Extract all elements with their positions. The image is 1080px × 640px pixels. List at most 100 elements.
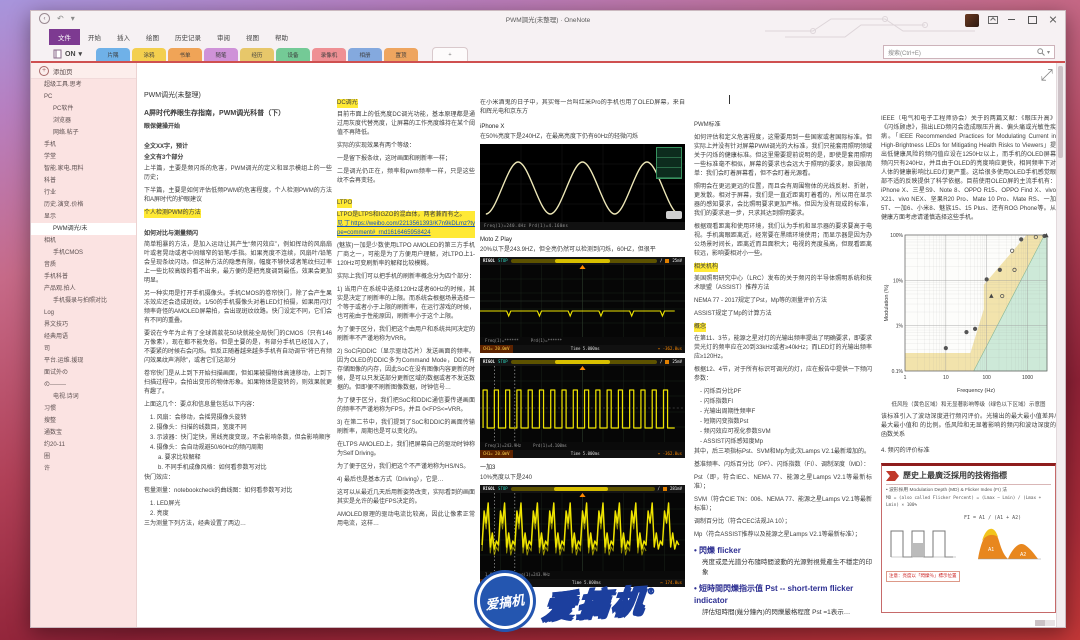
sidebar-page-item[interactable]: 相机 <box>31 235 136 247</box>
image-label: iPhone X <box>480 124 505 130</box>
sidebar-page-item[interactable]: PWM调光/未 <box>31 223 136 235</box>
image-label: 一加3 <box>480 465 496 471</box>
sidebar-page-item[interactable]: の-------- <box>31 379 136 391</box>
text-block: 4. 频闪的评价标准 <box>881 448 930 455</box>
notebook-section-tab[interactable]: 书单 <box>168 48 203 61</box>
ribbon-tab[interactable]: 视图 <box>238 29 267 45</box>
oscilloscope-screenshot-iphone: Freq(1)=240.4Hz Prd(1)=4.160ms <box>480 144 685 230</box>
text-block: 4. 摄像头：会自动规避50/60Hz的频闪周期 <box>150 445 264 451</box>
page-canvas[interactable]: ⤢ PWM调光(未整理) A屏时代养眼生存指南，PWM调光科普（下） 眼保健操开始全… <box>137 63 1065 627</box>
text-block: 为了便于区分，我们把这个不严谨地称为HS/NS。 <box>337 464 470 470</box>
image-caption: 20%以下是243.9HZ，但全亮仍然可以检测到闪烁，60HZ，但很平 <box>480 247 656 253</box>
notebook-section-tab[interactable]: 涂鸦 <box>132 48 167 61</box>
maximize-button[interactable] <box>1024 13 1040 26</box>
sidebar-page-item[interactable]: 司 <box>31 343 136 355</box>
notebook-section-tab[interactable]: 相册 <box>348 48 383 61</box>
ribbon-tab[interactable]: 开始 <box>80 29 109 45</box>
sidebar-page-item[interactable]: PC <box>31 91 136 103</box>
sidebar-page-item[interactable]: 界文技巧 <box>31 319 136 331</box>
sidebar-page-item[interactable]: 面试外の <box>31 367 136 379</box>
chevron-down-icon: ▾ <box>78 51 83 58</box>
sidebar-page-item[interactable]: 电视.诗词 <box>31 391 136 403</box>
text-block: 根据观看距离和使用环境，我们认为手机和显示器的要求要高于电视。手机离眼距离近，经… <box>694 224 872 257</box>
sidebar-page-item[interactable]: 行业 <box>31 187 136 199</box>
text-block: 相关机构 <box>694 263 719 272</box>
sidebar-page-item[interactable]: 搜整 <box>31 415 136 427</box>
text-block: 实际上我们可以把手机的刷新率概念分为四个部分： <box>337 274 475 280</box>
sidebar-page-item[interactable]: 平台.运维.援现 <box>31 355 136 367</box>
sidebar-page-item[interactable]: 手机科普 <box>31 271 136 283</box>
scrollbar-thumb[interactable] <box>1058 66 1063 158</box>
plus-icon: + <box>39 65 49 76</box>
expand-page-icon[interactable]: ⤢ <box>1040 67 1053 85</box>
sidebar-page-item[interactable]: 经典用语 <box>31 331 136 343</box>
scrollbar-thumb[interactable] <box>1035 620 1045 626</box>
red-arrow-icon <box>886 471 899 482</box>
ribbon-tab[interactable]: 历史记录 <box>167 29 209 45</box>
text-block: 二是调光仍正在，频率和pwm频率一样，只是这些纹不会再变轻。 <box>337 169 475 184</box>
search-scope-chevron-icon[interactable]: ▾ <box>1047 49 1050 56</box>
notebook-switcher[interactable]: ON ▾ <box>53 49 82 61</box>
vertical-scrollbar[interactable] <box>1056 63 1065 627</box>
image-caption: 10%亮度以下是240 <box>480 475 533 481</box>
sidebar-page-item[interactable]: 浏览器 <box>31 115 136 127</box>
sidebar-page-item[interactable]: 超级工具.思考 <box>31 79 136 91</box>
sidebar-page-item[interactable]: 手机CMOS <box>31 247 136 259</box>
notebook-section-tab[interactable]: 片隅 <box>96 48 131 61</box>
text-block: 1. 风扇：会移动，会摇晃摄像头旋转 <box>150 415 247 421</box>
text-block: 眼保健操开始 <box>144 124 181 130</box>
close-button[interactable] <box>1045 13 1061 26</box>
account-avatar[interactable] <box>965 14 979 27</box>
notebook-section-tab[interactable]: 经历 <box>240 48 275 61</box>
text-block: 一是留下报条纹，这时画面和刷新率一样； <box>337 156 452 162</box>
notebook-section-tab[interactable]: 置顶 <box>384 48 419 61</box>
sidebar-page-item[interactable]: 手机摄录与拍照对比 <box>31 295 136 307</box>
notebook-section-tab[interactable]: 录像机 <box>312 48 347 61</box>
notebook-section-tab[interactable]: 设备 <box>276 48 311 61</box>
sidebar-page-item[interactable]: 音质 <box>31 259 136 271</box>
sidebar-page-item[interactable]: 学堂 <box>31 151 136 163</box>
text-block: 简单粗暴的方法，是加入运动让其产生“频闪效应”，例如挥动的风扇扇叶或者晃动或者中… <box>144 242 332 284</box>
ribbon-tab[interactable]: 帮助 <box>267 29 296 45</box>
horizontal-scrollbar[interactable] <box>1035 620 1055 626</box>
notebook-section-tab[interactable]: 随笔 <box>204 48 239 61</box>
onenote-window: ‹ ↶ ▾ PWM調光(未整理) · OneNote 文件 开始 插入 绘图 历史记录… <box>30 10 1066 628</box>
text-block: 3. 示波器：快门定快，黑线亮度变现，不会影响条数，但会影响顺序 <box>150 435 331 441</box>
text-block: 全文有3个部分 <box>144 155 184 161</box>
tab-file[interactable]: 文件 <box>49 29 80 45</box>
sidebar-page-item[interactable]: 习惯 <box>31 403 136 415</box>
add-section-tab[interactable]: + <box>432 47 469 61</box>
sidebar-page-item[interactable]: 产品观.拍人 <box>31 283 136 295</box>
sidebar-page-item[interactable]: 约20-11 <box>31 439 136 451</box>
svg-text:1%: 1% <box>896 324 904 330</box>
sidebar-page-item[interactable]: 科普 <box>31 175 136 187</box>
sidebar-page-item[interactable]: 网络.帖子 <box>31 127 136 139</box>
text-block: 評估短時間(幾分鐘內)的閃爍嚴格程度 Pst =1表示… <box>702 608 851 616</box>
text-block: 其中，后三项指标Pst、SVM和Mp为此次Lamps V2.1最新增加的。 <box>694 449 871 455</box>
sidebar-page-item[interactable]: 智能.家电.用料 <box>31 163 136 175</box>
sidebar-page-item[interactable]: 显示 <box>31 211 136 223</box>
sidebar-page-item[interactable]: 手机 <box>31 139 136 151</box>
ribbon-tab[interactable]: 审阅 <box>209 29 238 45</box>
sidebar-page-item[interactable]: 通数宝 <box>31 427 136 439</box>
sidebar-page-item[interactable]: 圈 <box>31 451 136 463</box>
text-block: 短時間閃爍指示值 Pst -- short-term flicker indic… <box>694 583 872 607</box>
add-page-button[interactable]: + 添加页 <box>31 63 136 79</box>
slide-image: 歷史上最廣泛採用的技術指標 • 波形採用 Modulation Depth (M… <box>881 463 1056 614</box>
ribbon-display-options-button[interactable] <box>985 13 1001 26</box>
sidebar-page-item[interactable]: 历史.演变.价格 <box>31 199 136 211</box>
sidebar-page-item[interactable]: Log <box>31 307 136 319</box>
sidebar-page-item[interactable]: PC软件 <box>31 103 136 115</box>
ribbon-tab[interactable]: 绘图 <box>138 29 167 45</box>
minimize-button[interactable] <box>1003 13 1019 26</box>
text-block: 4) 最后也是基本方式（Driving），它是… <box>337 477 444 483</box>
search-input[interactable]: 搜索(Ctrl+E) ▾ <box>883 45 1055 59</box>
text-block: 实际的实现效果有两个等级： <box>337 143 416 149</box>
ribbon-tab[interactable]: 插入 <box>109 29 138 45</box>
svg-text:A2: A2 <box>1020 552 1026 558</box>
sidebar-page-item[interactable]: 许 <box>31 463 136 475</box>
text-block <box>337 190 475 195</box>
text-block: 调制百分比（符合CEC法规JA 10）； <box>694 519 791 525</box>
text-block: 这可以从最近几天后用新姿势改变，实际看到的画面其实是允许的最佳FPS决定的。 <box>337 490 475 505</box>
text-block: 3) 在第二节中，我们提到了SoC和DDIC的画面传输刷新率，周期也是可以变化的… <box>337 420 475 435</box>
